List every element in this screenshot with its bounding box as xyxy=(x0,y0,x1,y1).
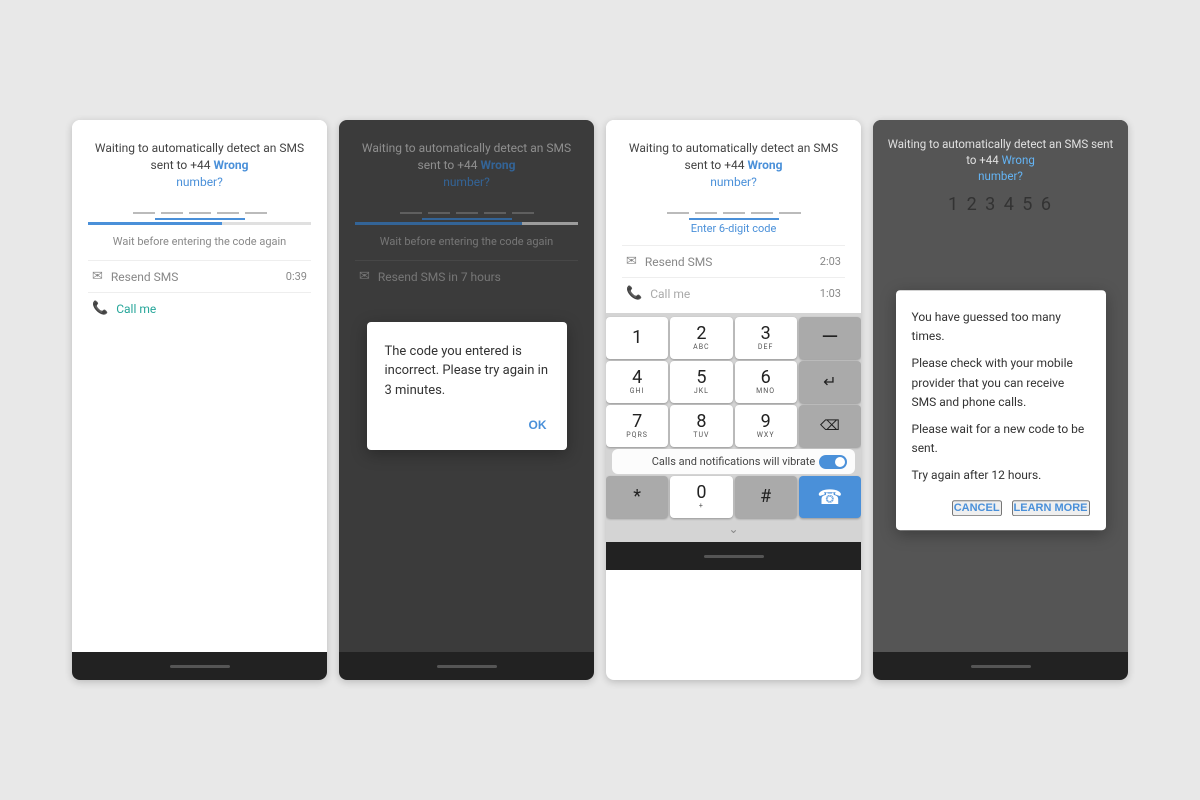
code-underline-3 xyxy=(689,218,779,220)
modal-overlay-2: The code you entered is incorrect. Pleas… xyxy=(339,120,594,652)
learn-more-button[interactable]: LEARN MORE xyxy=(1012,500,1090,516)
keyboard-3: 1 2ABC 3DEF — 4GHI 5JKL 6MNO ↵ 7PQRS 8TU… xyxy=(606,313,861,542)
chevron-down-3[interactable]: ⌄ xyxy=(606,520,861,538)
phone-icon-1: 📞 xyxy=(92,301,108,316)
resend-label-1[interactable]: Resend SMS xyxy=(111,270,286,284)
message-icon-3: ✉ xyxy=(626,254,637,269)
message-icon-1: ✉ xyxy=(92,269,103,284)
key-2[interactable]: 2ABC xyxy=(670,317,732,359)
cancel-button[interactable]: CANCEL xyxy=(952,500,1002,516)
resend-sms-row-1: ✉ Resend SMS 0:39 xyxy=(88,260,311,292)
vibrate-row: Calls and notifications will vibrate xyxy=(606,449,861,474)
call-label-1: Call me xyxy=(116,302,307,316)
keyboard-row-bottom: * 0+ # ☎ xyxy=(606,476,861,518)
call-me-row-1[interactable]: 📞 Call me xyxy=(88,292,311,324)
key-hash[interactable]: # xyxy=(735,476,797,518)
key-6[interactable]: 6MNO xyxy=(735,361,797,403)
modal-actions-4: CANCEL LEARN MORE xyxy=(912,500,1090,516)
keyboard-row-1: 1 2ABC 3DEF — xyxy=(606,317,861,359)
resend-sms-row-3: ✉ Resend SMS 2:03 xyxy=(622,245,845,277)
resend-timer-3: 2:03 xyxy=(820,255,841,268)
screen-2: Waiting to automatically detect an SMS s… xyxy=(339,120,594,680)
keyboard-row-2: 4GHI 5JKL 6MNO ↵ xyxy=(606,361,861,403)
resend-timer-1: 0:39 xyxy=(286,270,307,283)
bottom-bar-2 xyxy=(339,652,594,680)
sms-waiting-text-4: Waiting to automatically detect an SMS s… xyxy=(887,136,1114,184)
bottom-bar-4 xyxy=(873,652,1128,680)
key-3[interactable]: 3DEF xyxy=(735,317,797,359)
enter-code-hint-3: Enter 6-digit code xyxy=(622,222,845,235)
modal-text-4: You have guessed too many times. Please … xyxy=(912,308,1090,486)
vibrate-toggle[interactable] xyxy=(819,455,847,469)
bottom-bar-1 xyxy=(72,652,327,680)
home-indicator-3 xyxy=(704,555,764,558)
sms-waiting-text-1: Waiting to automatically detect an SMS s… xyxy=(88,140,311,190)
call-me-row-3: 📞 Call me 1:03 xyxy=(622,277,845,309)
code-digits-4: 1 2 3 4 5 6 xyxy=(887,194,1114,215)
too-many-guesses-modal: You have guessed too many times. Please … xyxy=(896,290,1106,530)
home-indicator-4 xyxy=(971,665,1031,668)
key-0[interactable]: 0+ xyxy=(670,476,732,518)
vibrate-banner: Calls and notifications will vibrate xyxy=(612,449,855,474)
progress-fill-1 xyxy=(88,222,222,225)
bottom-bar-3 xyxy=(606,542,861,570)
phone-icon-3: 📞 xyxy=(626,286,642,301)
sms-waiting-text-3: Waiting to automatically detect an SMS s… xyxy=(622,140,845,190)
screens-container: Waiting to automatically detect an SMS s… xyxy=(52,100,1148,700)
key-7[interactable]: 7PQRS xyxy=(606,405,668,447)
modal-message-2: The code you entered is incorrect. Pleas… xyxy=(385,342,549,401)
key-backspace[interactable]: ⌫ xyxy=(799,405,861,447)
screen2-content: Waiting to automatically detect an SMS s… xyxy=(339,120,594,652)
key-1[interactable]: 1 xyxy=(606,317,668,359)
home-indicator-1 xyxy=(170,665,230,668)
screen3-content-top: Waiting to automatically detect an SMS s… xyxy=(606,120,861,313)
screen1-content: Waiting to automatically detect an SMS s… xyxy=(72,120,327,652)
call-label-3: Call me xyxy=(650,287,820,301)
home-indicator-2 xyxy=(437,665,497,668)
key-8[interactable]: 8TUV xyxy=(670,405,732,447)
modal-ok-button[interactable]: OK xyxy=(527,414,549,436)
key-enter[interactable]: ↵ xyxy=(799,361,861,403)
resend-label-3[interactable]: Resend SMS xyxy=(645,255,820,269)
screen-3: Waiting to automatically detect an SMS s… xyxy=(606,120,861,680)
wait-text-1: Wait before entering the code again xyxy=(88,235,311,248)
key-star[interactable]: * xyxy=(606,476,668,518)
key-5[interactable]: 5JKL xyxy=(670,361,732,403)
key-4[interactable]: 4GHI xyxy=(606,361,668,403)
screen4-content: Waiting to automatically detect an SMS s… xyxy=(873,120,1128,652)
screen-4: Waiting to automatically detect an SMS s… xyxy=(873,120,1128,680)
screen4-top: Waiting to automatically detect an SMS s… xyxy=(873,120,1128,227)
screen-1: Waiting to automatically detect an SMS s… xyxy=(72,120,327,680)
key-9[interactable]: 9WXY xyxy=(735,405,797,447)
code-input-3 xyxy=(622,212,845,214)
progress-bar-1 xyxy=(88,222,311,225)
key-call[interactable]: ☎ xyxy=(799,476,861,518)
code-underline-1 xyxy=(155,218,245,220)
incorrect-code-modal: The code you entered is incorrect. Pleas… xyxy=(367,322,567,451)
key-dash[interactable]: — xyxy=(799,317,861,359)
modal-actions-2: OK xyxy=(385,414,549,436)
code-input-1 xyxy=(88,212,311,214)
keyboard-row-3: 7PQRS 8TUV 9WXY ⌫ xyxy=(606,405,861,447)
call-timer-3: 1:03 xyxy=(820,287,841,300)
